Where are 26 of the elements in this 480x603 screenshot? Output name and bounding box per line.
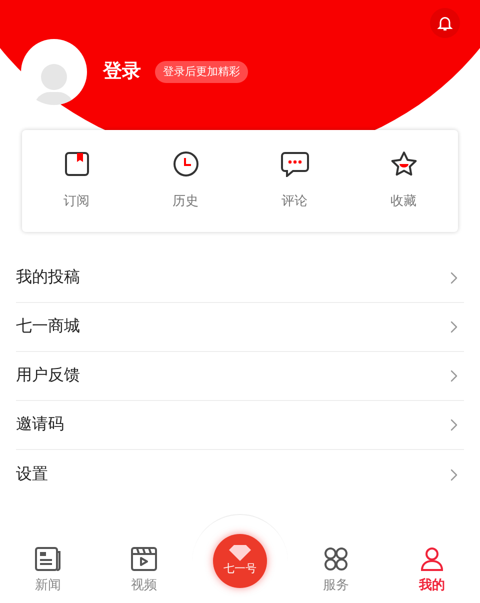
tab[interactable]: 新闻: [0, 546, 96, 594]
clock-icon: [172, 151, 198, 178]
bell-icon: [436, 14, 454, 32]
shortcut-button[interactable]: 历史: [131, 147, 240, 215]
login-link[interactable]: 登录: [103, 58, 141, 86]
tab[interactable]: 服务: [288, 546, 384, 594]
newspaper-icon: [35, 546, 61, 570]
bookmark-book-icon: [64, 151, 90, 178]
menu-item[interactable]: 设置: [16, 450, 464, 499]
person-icon: [420, 546, 444, 570]
shortcut-button[interactable]: 评论: [240, 147, 349, 215]
tab[interactable]: 我的: [384, 546, 480, 594]
menu-item[interactable]: 七一商城: [16, 303, 464, 352]
center-tab[interactable]: 七一号: [213, 534, 267, 588]
diamond-icon: [229, 544, 251, 561]
menu-item[interactable]: 邀请码: [16, 401, 464, 450]
menu-item[interactable]: 用户反馈: [16, 352, 464, 401]
menu-item[interactable]: 我的投稿: [16, 254, 464, 303]
four-petal-icon: [324, 546, 348, 570]
shortcut-button[interactable]: 收藏: [349, 147, 458, 215]
speech-bubble-icon: [280, 151, 308, 178]
clapperboard-icon: [131, 546, 157, 570]
star-icon: [390, 151, 418, 178]
shortcut-button[interactable]: 订阅: [22, 147, 131, 215]
tab[interactable]: 视频: [96, 546, 192, 594]
login-hint-badge: 登录后更加精彩: [155, 60, 248, 84]
